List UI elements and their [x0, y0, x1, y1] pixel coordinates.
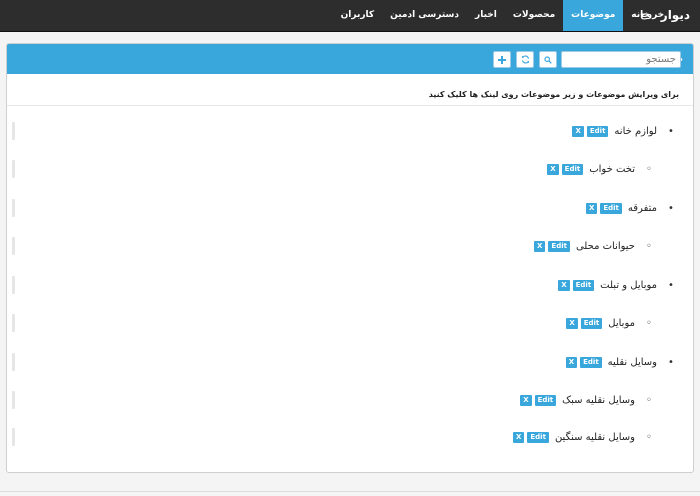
drag-handle[interactable] [12, 237, 15, 255]
delete-button[interactable]: X [512, 431, 525, 443]
divider [7, 105, 693, 106]
edit-button[interactable]: Edit [548, 240, 570, 252]
topic-item: • لوازم خانه Edit X [569, 120, 677, 142]
topic-row: ◦ وسایل نقلیه سبک Edit X [7, 389, 693, 411]
subtopic-item: ◦ موبایل Edit X [563, 312, 655, 334]
drag-handle[interactable] [12, 314, 15, 332]
bullet-icon: ◦ [646, 163, 652, 175]
subtopic-link[interactable]: تخت خواب [589, 164, 635, 175]
topic-row: ◦ حیوانات محلی Edit X [7, 235, 693, 257]
topic-row: • وسایل نقلیه Edit X [7, 351, 693, 373]
topic-link[interactable]: متفرقه [628, 203, 657, 214]
topic-link[interactable]: لوازم خانه [614, 126, 657, 137]
subtopic-link[interactable]: حیوانات محلی [576, 241, 635, 252]
topic-row: ◦ وسایل نقلیه سنگین Edit X [7, 426, 693, 448]
topic-row: ◦ موبایل Edit X [7, 312, 693, 334]
subtopic-item: ◦ وسایل نقلیه سنگین Edit X [510, 426, 655, 448]
subtopic-item: ◦ تخت خواب Edit X [544, 158, 655, 180]
delete-button[interactable]: X [566, 317, 578, 329]
drag-handle[interactable] [12, 391, 15, 409]
bullet-icon: ◦ [646, 394, 652, 406]
topic-row: • موبایل و تبلت Edit X [7, 274, 693, 296]
drag-handle[interactable] [12, 353, 15, 371]
edit-button[interactable]: Edit [527, 431, 549, 443]
drag-handle[interactable] [12, 199, 15, 217]
bullet-icon: • [668, 356, 674, 368]
topic-item: • متفرقه Edit X [583, 197, 677, 219]
plus-icon [498, 56, 506, 64]
topic-row: • متفرقه Edit X [7, 197, 693, 219]
subtopic-item: ◦ وسایل نقلیه سبک Edit X [517, 389, 655, 411]
instruction-text: برای ویرایش موضوعات و زیر موضوعات روی لی… [428, 90, 679, 99]
drag-handle[interactable] [12, 428, 15, 446]
topic-row: • لوازم خانه Edit X [7, 120, 693, 142]
topic-link[interactable]: وسایل نقلیه [608, 357, 657, 368]
edit-button[interactable]: Edit [586, 125, 609, 137]
bullet-icon: ◦ [646, 431, 652, 443]
nav-item-topics[interactable]: موضوعات [563, 0, 624, 31]
edit-button[interactable]: Edit [580, 317, 603, 329]
edit-button[interactable]: Edit [572, 279, 595, 291]
brand-logo[interactable]: دیوار [661, 0, 690, 31]
topics-panel: موضوعات برای ویرایش موضوعات و زیر موضوعا… [6, 43, 694, 473]
drag-handle[interactable] [12, 276, 15, 294]
topic-item: • موبایل و تبلت Edit X [555, 274, 677, 296]
bullet-icon: • [668, 202, 674, 214]
nav-item-news[interactable]: اخبار [467, 0, 505, 31]
panel-heading: موضوعات [7, 44, 693, 74]
subtopic-link[interactable]: وسایل نقلیه سنگین [555, 432, 635, 443]
delete-button[interactable]: X [565, 356, 578, 368]
search-input[interactable] [561, 51, 681, 68]
delete-button[interactable]: X [534, 240, 546, 252]
topic-row: ◦ تخت خواب Edit X [7, 158, 693, 180]
nav-menu: خانه موضوعات محصولات اخبار دسترسی ادمین … [333, 0, 658, 31]
delete-button[interactable]: X [572, 125, 584, 137]
delete-button[interactable]: X [558, 279, 570, 291]
topic-link[interactable]: موبایل و تبلت [600, 280, 657, 291]
search-icon [544, 56, 552, 64]
nav-item-users[interactable]: کاربران [333, 0, 383, 31]
refresh-button[interactable] [516, 51, 534, 68]
footer-divider [0, 491, 700, 492]
drag-handle[interactable] [12, 122, 15, 140]
edit-button[interactable]: Edit [561, 163, 584, 175]
subtopic-link[interactable]: وسایل نقلیه سبک [562, 395, 635, 406]
subtopic-item: ◦ حیوانات محلی Edit X [531, 235, 655, 257]
add-topic-button[interactable] [493, 51, 511, 68]
delete-button[interactable]: X [520, 394, 532, 406]
drag-handle[interactable] [12, 160, 15, 178]
nav-item-products[interactable]: محصولات [505, 0, 563, 31]
bullet-icon: • [668, 279, 674, 291]
edit-button[interactable]: Edit [580, 356, 602, 368]
topic-item: • وسایل نقلیه Edit X [563, 351, 677, 373]
nav-item-admin-access[interactable]: دسترسی ادمین [382, 0, 467, 31]
logout-link[interactable]: خروج [640, 0, 664, 31]
delete-button[interactable]: X [585, 202, 598, 214]
refresh-icon [521, 55, 529, 64]
subtopic-link[interactable]: موبایل [608, 318, 635, 329]
bullet-icon: ◦ [646, 240, 652, 252]
delete-button[interactable]: X [547, 163, 559, 175]
bullet-icon: ◦ [646, 317, 652, 329]
top-navbar: دیوار خانه موضوعات محصولات اخبار دسترسی … [0, 0, 700, 32]
edit-button[interactable]: Edit [600, 202, 622, 214]
search-button[interactable] [539, 51, 557, 68]
edit-button[interactable]: Edit [534, 394, 557, 406]
bullet-icon: • [668, 125, 674, 137]
